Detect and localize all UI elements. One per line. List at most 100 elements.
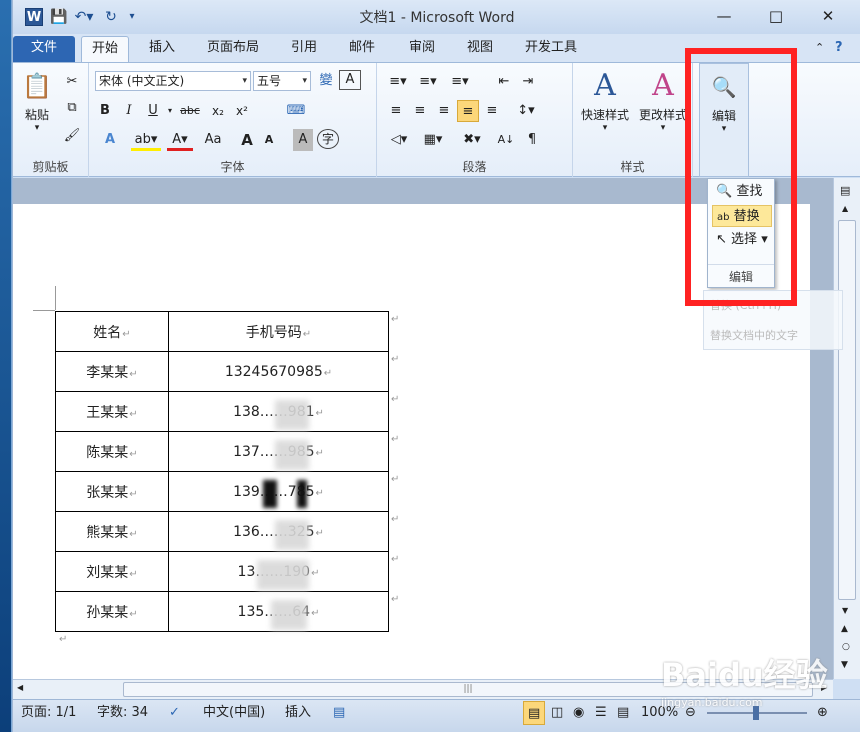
font-group: 宋体 (中文正文) ▾ 五号 ▾ 變 A B I U ▾ abc x₂ x² ⌨ A… <box>89 63 377 177</box>
character-border-icon[interactable]: A <box>339 70 361 90</box>
borders-icon[interactable]: ▦▾ <box>419 129 447 151</box>
format-painter-icon[interactable]: 🖌 <box>61 125 83 147</box>
language-status[interactable]: 中文(中国) <box>199 701 269 725</box>
scroll-down-icon[interactable]: ▼ <box>842 606 848 615</box>
web-layout-icon[interactable]: ◉ <box>569 701 588 725</box>
increase-indent-icon[interactable]: ⇥ <box>517 71 539 93</box>
table-cell[interactable]: 熊某某↵ <box>55 511 169 552</box>
tab-home[interactable]: 开始 <box>81 36 130 62</box>
tab-page-layout[interactable]: 页面布局 <box>197 36 269 62</box>
document-page[interactable]: 姓名↵ 手机号码↵ 李某某↵ 13245670985↵ 王某某↵ 138……981↵… <box>13 204 810 682</box>
tab-insert[interactable]: 插入 <box>139 36 185 62</box>
shading-icon[interactable]: ◁▾ <box>385 129 413 151</box>
strikethrough-button[interactable]: abc <box>177 100 203 122</box>
prev-page-icon[interactable]: ▲ <box>841 624 848 634</box>
tab-review[interactable]: 审阅 <box>399 36 445 62</box>
bullets-icon[interactable]: ≡▾ <box>385 71 411 93</box>
quick-styles-button[interactable]: A 快速样式 ▾ <box>577 68 633 134</box>
quick-styles-icon: A <box>594 68 616 103</box>
select-menu-item[interactable]: ↖ 选择 ▾ <box>712 229 772 251</box>
italic-button[interactable]: I <box>119 100 139 122</box>
close-icon[interactable]: ✕ <box>807 4 849 28</box>
scroll-up-icon[interactable]: ▲ <box>842 204 848 213</box>
vertical-scrollbar[interactable]: ▤ ▲ ▼ ▲ ○ ▼ <box>833 178 860 679</box>
find-menu-item[interactable]: 🔍 查找 ▾ <box>712 181 772 221</box>
table-cell[interactable]: 139……785↵ <box>168 471 389 512</box>
copy-icon[interactable]: ⧉ <box>61 97 83 119</box>
numbering-icon[interactable]: ≡▾ <box>415 71 441 93</box>
table-header-cell[interactable]: 手机号码↵ <box>168 311 389 352</box>
tab-developer[interactable]: 开发工具 <box>515 36 587 62</box>
tab-references[interactable]: 引用 <box>281 36 327 62</box>
editing-button[interactable]: 🔍 编辑 ▾ <box>702 70 746 134</box>
cut-icon[interactable]: ✂ <box>61 71 83 93</box>
ruler-toggle-icon[interactable]: ▤ <box>840 184 850 197</box>
align-left-icon[interactable]: ≡ <box>385 100 407 122</box>
underline-button[interactable]: U <box>143 100 163 122</box>
paste-button[interactable]: 📋 粘贴 ▾ <box>17 69 57 133</box>
contacts-table[interactable]: 姓名↵ 手机号码↵ 李某某↵ 13245670985↵ 王某某↵ 138……981↵… <box>55 311 389 632</box>
macro-record-icon[interactable]: ▤ <box>329 701 349 725</box>
paragraph-end-mark: ↵ <box>59 634 68 645</box>
binoculars-icon: 🔍 <box>711 75 737 99</box>
tab-view[interactable]: 视图 <box>457 36 503 62</box>
font-color-icon[interactable]: A▾ <box>167 129 193 151</box>
maximize-icon[interactable]: □ <box>755 4 797 28</box>
table-cell[interactable]: 陈某某↵ <box>55 431 169 472</box>
multilevel-list-icon[interactable]: ≡▾ <box>445 71 475 93</box>
text-effects-button[interactable]: A <box>95 129 125 151</box>
font-size-combo[interactable]: 五号 ▾ <box>253 71 311 91</box>
table-cell[interactable]: 李某某↵ <box>55 351 169 392</box>
redaction-blur <box>275 400 309 430</box>
help-icon[interactable]: ? <box>825 36 853 62</box>
table-header-cell[interactable]: 姓名↵ <box>55 311 169 352</box>
table-cell[interactable]: 刘某某↵ <box>55 551 169 592</box>
table-row: 李某某↵ 13245670985↵ <box>55 351 389 392</box>
line-spacing-icon[interactable]: ↕▾ <box>511 100 541 122</box>
change-styles-button[interactable]: A 更改样式 ▾ <box>635 69 691 134</box>
shrink-font-button[interactable]: A <box>259 129 279 151</box>
highlight-icon[interactable]: ab▾ <box>131 129 161 151</box>
table-cell[interactable]: 13245670985↵ <box>168 351 389 392</box>
minimize-icon[interactable]: — <box>703 4 745 28</box>
page-count[interactable]: 页面: 1/1 <box>17 701 80 725</box>
table-cell[interactable]: 孙某某↵ <box>55 591 169 632</box>
replace-menu-item[interactable]: ab 替换 <box>712 205 772 227</box>
asian-layout-icon[interactable]: ✖▾ <box>457 129 487 151</box>
distributed-icon[interactable]: ≡ <box>481 100 503 122</box>
outline-icon[interactable]: ☰ <box>591 701 611 725</box>
character-shading-button[interactable]: A <box>293 129 313 151</box>
decrease-indent-icon[interactable]: ⇤ <box>493 71 515 93</box>
scroll-left-icon[interactable]: ◀ <box>17 683 23 692</box>
enclose-characters-button[interactable]: 字 <box>317 129 339 149</box>
word-count[interactable]: 字数: 34 <box>93 701 152 725</box>
table-cell[interactable]: 张某某↵ <box>55 471 169 512</box>
sort-icon[interactable]: A↓ <box>495 129 517 151</box>
change-case-button[interactable]: Aa <box>197 129 229 151</box>
row-end-mark: ↵ <box>391 554 400 565</box>
proofing-icon[interactable]: ✓ <box>165 701 184 725</box>
clear-format-icon[interactable]: ⌨ <box>285 100 307 122</box>
tab-mailings[interactable]: 邮件 <box>339 36 385 62</box>
align-right-icon[interactable]: ≡ <box>433 100 455 122</box>
subscript-button[interactable]: x₂ <box>207 100 229 122</box>
full-screen-reading-icon[interactable]: ◫ <box>547 701 567 725</box>
bold-button[interactable]: B <box>95 100 115 122</box>
tab-file[interactable]: 文件 <box>13 36 75 62</box>
vertical-scroll-thumb[interactable] <box>838 220 856 600</box>
chevron-down-icon[interactable]: ▾ <box>165 100 175 122</box>
insert-mode-status[interactable]: 插入 <box>281 701 315 725</box>
table-cell[interactable]: 王某某↵ <box>55 391 169 432</box>
phonetic-guide-icon[interactable]: 變 <box>315 70 337 92</box>
justify-icon[interactable]: ≡ <box>457 100 479 122</box>
font-name-combo[interactable]: 宋体 (中文正文) ▾ <box>95 71 251 91</box>
cell-name: 李某某 <box>86 364 129 381</box>
margin-marker <box>33 310 55 311</box>
paragraph-marks-icon[interactable]: ¶ <box>521 129 543 151</box>
grow-font-button[interactable]: A <box>237 129 257 151</box>
print-layout-icon[interactable]: ▤ <box>523 701 546 725</box>
align-center-icon[interactable]: ≡ <box>409 100 431 122</box>
draft-icon[interactable]: ▤ <box>613 701 633 725</box>
font-size-value: 五号 <box>257 74 282 88</box>
superscript-button[interactable]: x² <box>231 100 253 122</box>
